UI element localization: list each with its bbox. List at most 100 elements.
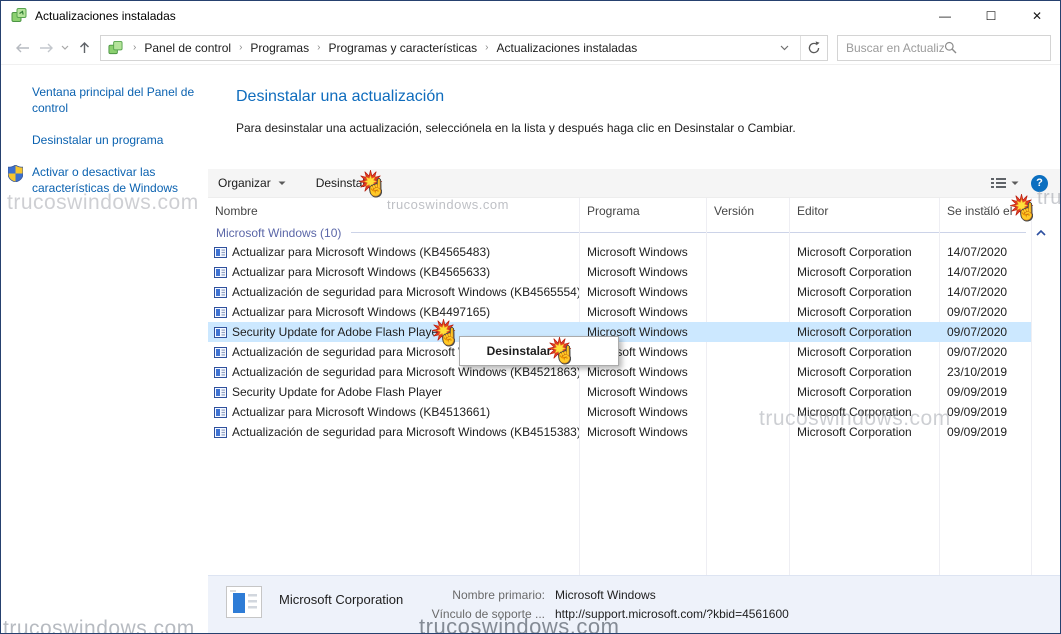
table-row[interactable]: Actualización de seguridad para Microsof… — [208, 422, 1031, 442]
address-dropdown-chevron-icon[interactable] — [776, 45, 793, 51]
main-panel: Desinstalar una actualización Para desin… — [208, 65, 1060, 633]
search-icon — [944, 41, 1042, 54]
column-header-publisher[interactable]: Editor — [789, 204, 939, 218]
table-rows: Actualizar para Microsoft Windows (KB456… — [208, 242, 1060, 442]
window-title: Actualizaciones instaladas — [35, 9, 176, 23]
sort-indicator-icon — [983, 199, 991, 213]
installed-on-cell: 09/07/2020 — [939, 345, 1031, 359]
column-divider[interactable] — [1031, 198, 1032, 575]
table-row[interactable]: Actualizar para Microsoft Windows (KB456… — [208, 242, 1031, 262]
group-divider — [351, 232, 1026, 233]
details-primary-label: Nombre primario: — [427, 588, 545, 602]
refresh-icon[interactable] — [800, 36, 827, 60]
page-instruction: Para desinstalar una actualización, sele… — [236, 121, 1060, 135]
navigation-bar: › Panel de control›Programas›Programas y… — [1, 31, 1060, 65]
program-cell: Microsoft Windows — [579, 245, 706, 259]
uac-shield-icon — [8, 165, 23, 186]
program-cell: Microsoft Windows — [579, 385, 706, 399]
breadcrumb-item[interactable]: Panel de control — [144, 41, 231, 55]
publisher-cell: Microsoft Corporation — [789, 245, 939, 259]
table-row[interactable]: Actualizar para Microsoft Windows (KB451… — [208, 402, 1031, 422]
minimize-button[interactable]: — — [922, 1, 968, 31]
update-name-cell: Actualizar para Microsoft Windows (KB451… — [208, 405, 579, 419]
details-publisher: Microsoft Corporation — [279, 592, 427, 607]
update-name-cell: Actualización de seguridad para Microsof… — [208, 285, 579, 299]
update-name-cell: Actualización de seguridad para Microsof… — [208, 425, 579, 439]
installed-on-cell: 09/09/2019 — [939, 385, 1031, 399]
table-row[interactable]: Security Update for Adobe Flash PlayerMi… — [208, 382, 1031, 402]
uninstall-button[interactable]: Desinstalar — [316, 176, 376, 190]
group-label[interactable]: Microsoft Windows (10) — [216, 226, 341, 240]
table-row[interactable]: Actualización de seguridad para Microsof… — [208, 362, 1031, 382]
program-cell: Microsoft Windows — [579, 285, 706, 299]
update-icon — [214, 267, 227, 278]
update-icon — [214, 287, 227, 298]
breadcrumb-item[interactable]: Actualizaciones instaladas — [497, 41, 638, 55]
list-header: Nombre Programa Versión Editor Se instal… — [208, 198, 1060, 223]
column-header-program[interactable]: Programa — [579, 204, 706, 218]
publisher-cell: Microsoft Corporation — [789, 285, 939, 299]
column-header-name[interactable]: Nombre — [208, 204, 579, 218]
sidebar-item-uninstall-program[interactable]: Desinstalar un programa — [32, 132, 196, 148]
table-row[interactable]: Security Update for Adobe Flash PlayerMi… — [208, 322, 1031, 342]
details-primary-value: Microsoft Windows — [555, 588, 789, 602]
close-button[interactable]: ✕ — [1014, 1, 1060, 31]
back-icon[interactable] — [10, 36, 34, 60]
maximize-button[interactable]: ☐ — [968, 1, 1014, 31]
update-icon — [214, 367, 227, 378]
installed-on-cell: 09/07/2020 — [939, 325, 1031, 339]
details-support-label: Vínculo de soporte ... — [427, 607, 545, 621]
forward-icon[interactable] — [34, 36, 58, 60]
sidebar-item-label: Activar o desactivar las características… — [32, 165, 178, 195]
table-row[interactable]: Actualizar para Microsoft Windows (KB449… — [208, 302, 1031, 322]
search-input[interactable]: Buscar en Actualizaciones inst... — [837, 35, 1051, 61]
table-row[interactable]: Actualización de seguridad para Microsof… — [208, 282, 1031, 302]
update-icon — [214, 387, 227, 398]
breadcrumb-separator: › — [125, 42, 144, 53]
address-bar[interactable]: › Panel de control›Programas›Programas y… — [100, 35, 828, 61]
sidebar-item-label: Ventana principal del Panel de control — [32, 85, 194, 115]
breadcrumb-separator: › — [309, 42, 328, 53]
sidebar-item-label: Desinstalar un programa — [32, 133, 163, 147]
organize-button[interactable]: Organizar — [218, 176, 286, 190]
help-button[interactable]: ? — [1031, 175, 1048, 192]
breadcrumb-item[interactable]: Programas — [250, 41, 309, 55]
update-icon — [214, 327, 227, 338]
publisher-cell: Microsoft Corporation — [789, 365, 939, 379]
update-name-cell: Security Update for Adobe Flash Player — [208, 385, 579, 399]
change-view-button[interactable] — [991, 177, 1019, 189]
uninstall-label: Desinstalar — [316, 176, 376, 190]
titlebar: Actualizaciones instaladas — ☐ ✕ — [1, 1, 1060, 31]
column-header-version[interactable]: Versión — [706, 204, 789, 218]
program-cell: Microsoft Windows — [579, 265, 706, 279]
details-support-link[interactable]: http://support.microsoft.com/?kbid=45616… — [555, 607, 789, 621]
publisher-cell: Microsoft Corporation — [789, 405, 939, 419]
installed-on-cell: 14/07/2020 — [939, 285, 1031, 299]
sidebar-item-windows-features[interactable]: Activar o desactivar las características… — [32, 164, 196, 196]
organize-label: Organizar — [218, 176, 271, 190]
program-cell: Microsoft Windows — [579, 425, 706, 439]
page-title: Desinstalar una actualización — [236, 88, 1060, 106]
table-row[interactable]: Actualización de seguridad para Microsof… — [208, 342, 1031, 362]
table-row[interactable]: Actualizar para Microsoft Windows (KB456… — [208, 262, 1031, 282]
breadcrumb-separator: › — [477, 42, 496, 53]
collapse-group-icon[interactable] — [1036, 230, 1046, 236]
sidebar-item-control-panel-home[interactable]: Ventana principal del Panel de control — [32, 84, 196, 116]
update-icon — [214, 427, 227, 438]
update-name-cell: Actualizar para Microsoft Windows (KB449… — [208, 305, 579, 319]
view-list-icon — [991, 177, 1006, 189]
update-name-cell: Actualizar para Microsoft Windows (KB456… — [208, 245, 579, 259]
publisher-cell: Microsoft Corporation — [789, 385, 939, 399]
recent-pages-chevron-icon[interactable] — [58, 36, 72, 60]
update-icon — [214, 407, 227, 418]
details-pane: Microsoft Corporation Nombre primario: M… — [208, 575, 1060, 633]
chevron-down-icon — [1011, 181, 1019, 186]
up-icon[interactable] — [72, 36, 96, 60]
context-menu-uninstall[interactable]: Desinstalar — [459, 336, 619, 366]
app-updates-icon — [11, 7, 27, 26]
updates-list: Nombre Programa Versión Editor Se instal… — [208, 198, 1060, 575]
update-large-icon — [226, 586, 262, 621]
program-cell: Microsoft Windows — [579, 305, 706, 319]
update-icon — [214, 307, 227, 318]
breadcrumb-item[interactable]: Programas y características — [328, 41, 477, 55]
